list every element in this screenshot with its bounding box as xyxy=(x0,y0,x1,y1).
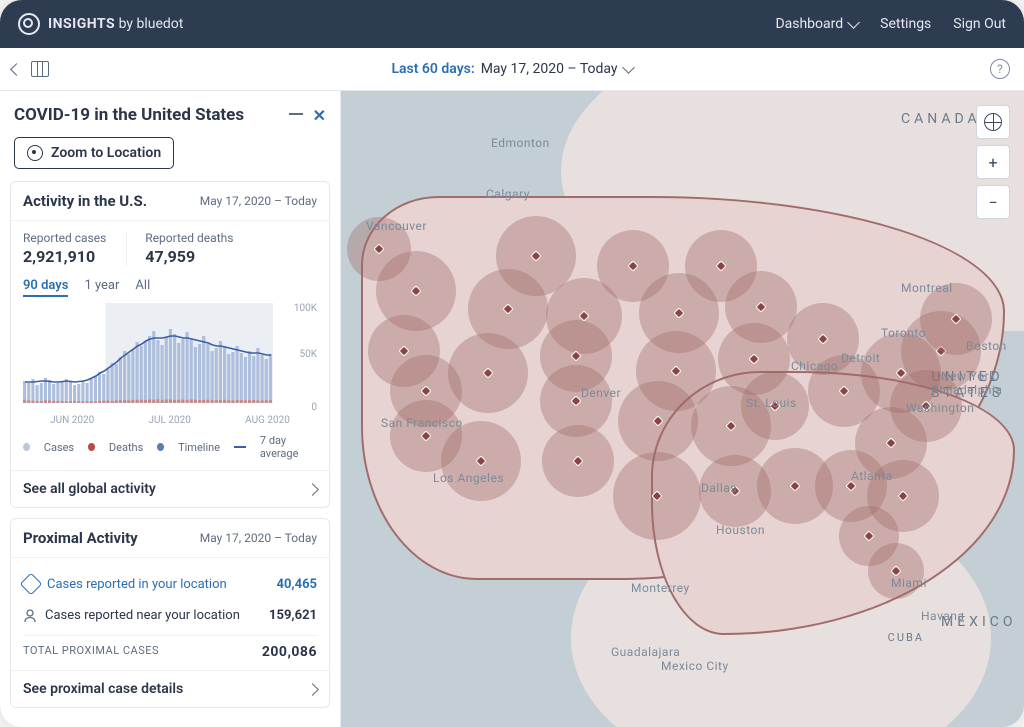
xlabel-2: AUG 2020 xyxy=(245,415,290,426)
chevron-down-icon xyxy=(622,61,635,74)
prox-near-loc-val: 159,621 xyxy=(269,608,317,623)
stat-deaths-label: Reported deaths xyxy=(145,231,233,245)
tab-1year[interactable]: 1 year xyxy=(84,278,119,297)
legend-avg-icon xyxy=(234,446,246,448)
location-pin-icon xyxy=(20,573,43,596)
zoom-location-label: Zoom to Location xyxy=(51,145,161,161)
app-body: COVID-19 in the United States ✕ Zoom to … xyxy=(0,91,1024,727)
chevron-right-icon xyxy=(306,483,319,496)
proximal-daterange: May 17, 2020 – Today xyxy=(200,531,317,545)
map-book-icon[interactable] xyxy=(31,61,49,77)
activity-card: Activity in the U.S. May 17, 2020 – Toda… xyxy=(10,181,330,508)
see-all-global[interactable]: See all global activity xyxy=(11,470,329,507)
brand-logo: INSIGHTS by bluedot xyxy=(18,13,183,35)
sub-left xyxy=(12,61,49,77)
proximal-title: Proximal Activity xyxy=(23,529,138,547)
prox-near-loc-label: Cases reported near your location xyxy=(45,608,240,623)
sub-right: ? xyxy=(990,59,1010,79)
sub-bar: Last 60 days: May 17, 2020 – Today ? xyxy=(0,48,1024,91)
date-range-selector[interactable]: Last 60 days: May 17, 2020 – Today xyxy=(391,61,632,77)
zoom-in-button[interactable]: + xyxy=(976,145,1010,179)
stat-cases-value: 2,921,910 xyxy=(23,247,106,266)
legend-avg: 7 day average xyxy=(260,434,317,460)
prox-total-label: TOTAL PROXIMAL CASES xyxy=(23,644,159,660)
top-nav: Dashboard Settings Sign Out xyxy=(775,16,1006,32)
case-bubble[interactable] xyxy=(542,425,614,497)
activity-daterange: May 17, 2020 – Today xyxy=(200,194,317,208)
minimize-icon[interactable] xyxy=(289,113,303,115)
person-icon xyxy=(23,609,37,623)
nav-settings[interactable]: Settings xyxy=(880,16,931,32)
map-controls: + − xyxy=(976,105,1010,219)
panel-title: COVID-19 in the United States xyxy=(14,105,244,125)
crosshair-icon xyxy=(27,145,43,161)
prox-near-location[interactable]: Cases reported near your location 159,62… xyxy=(23,600,317,631)
case-bubble[interactable] xyxy=(618,381,698,461)
case-bubble[interactable] xyxy=(613,452,701,540)
activity-title: Activity in the U.S. xyxy=(23,192,147,210)
ytick-top: 100K xyxy=(294,303,317,314)
panel-header: COVID-19 in the United States ✕ xyxy=(10,99,330,135)
date-range-value: May 17, 2020 – Today xyxy=(481,61,618,77)
legend-timeline-icon xyxy=(157,443,164,451)
brand-by: by xyxy=(119,16,133,32)
see-proximal-label: See proximal case details xyxy=(23,681,183,697)
brand-name: bluedot xyxy=(137,16,184,32)
xlabel-0: JUN 2020 xyxy=(50,415,94,426)
prox-in-location[interactable]: Cases reported in your location 40,465 xyxy=(23,568,317,600)
date-range-prefix: Last 60 days: xyxy=(391,61,474,77)
stat-cases: Reported cases 2,921,910 xyxy=(23,231,106,266)
stat-deaths-value: 47,959 xyxy=(145,247,233,266)
ytick-mid: 50K xyxy=(299,349,317,360)
top-bar: INSIGHTS by bluedot Dashboard Settings S… xyxy=(0,0,1024,48)
nav-dashboard-label: Dashboard xyxy=(775,16,843,32)
activity-chart-svg xyxy=(23,303,273,403)
nav-dashboard[interactable]: Dashboard xyxy=(775,16,858,32)
proximal-card: Proximal Activity May 17, 2020 – Today C… xyxy=(10,518,330,708)
map-mode-button[interactable] xyxy=(976,105,1010,139)
sidebar: COVID-19 in the United States ✕ Zoom to … xyxy=(0,91,341,727)
map-canvas[interactable]: CANADA UNITED STATES MÉXICO CUBA Edmonto… xyxy=(341,91,1024,727)
prox-in-loc-val: 40,465 xyxy=(277,577,318,592)
prox-in-loc-label: Cases reported in your location xyxy=(47,577,227,592)
legend-cases: Cases xyxy=(44,441,74,454)
case-bubble[interactable] xyxy=(741,372,809,440)
help-icon[interactable]: ? xyxy=(990,59,1010,79)
zoom-out-button[interactable]: − xyxy=(976,185,1010,219)
ytick-bot: 0 xyxy=(311,402,317,413)
legend-cases-icon xyxy=(23,443,30,451)
chevron-right-icon xyxy=(306,683,319,696)
zoom-location-button[interactable]: Zoom to Location xyxy=(14,137,174,169)
tab-90days[interactable]: 90 days xyxy=(23,278,68,297)
brand-insights: INSIGHTS xyxy=(48,16,115,32)
case-bubble[interactable] xyxy=(868,543,924,599)
legend-timeline: Timeline xyxy=(178,441,220,454)
see-all-global-label: See all global activity xyxy=(23,481,156,497)
back-icon[interactable] xyxy=(10,63,23,76)
stat-deaths: Reported deaths 47,959 xyxy=(126,231,233,266)
see-proximal-details[interactable]: See proximal case details xyxy=(11,670,329,707)
legend-deaths: Deaths xyxy=(109,441,143,454)
bluedot-logo-icon xyxy=(18,13,40,35)
legend-deaths-icon xyxy=(88,443,95,451)
activity-chart[interactable]: 100K 50K 0 xyxy=(23,303,317,413)
city-label: Edmonton xyxy=(491,136,550,150)
case-bubble[interactable] xyxy=(920,283,992,355)
close-icon[interactable]: ✕ xyxy=(313,106,326,125)
stat-cases-label: Reported cases xyxy=(23,231,106,245)
tab-all[interactable]: All xyxy=(135,278,150,297)
globe-icon xyxy=(984,113,1002,131)
case-bubble[interactable] xyxy=(441,421,521,501)
xlabel-1: JUL 2020 xyxy=(149,415,191,426)
chevron-down-icon xyxy=(847,16,860,29)
prox-total-val: 200,086 xyxy=(262,644,317,660)
nav-signout[interactable]: Sign Out xyxy=(953,16,1006,32)
chart-xlabels: JUN 2020 JUL 2020 AUG 2020 xyxy=(23,415,317,426)
